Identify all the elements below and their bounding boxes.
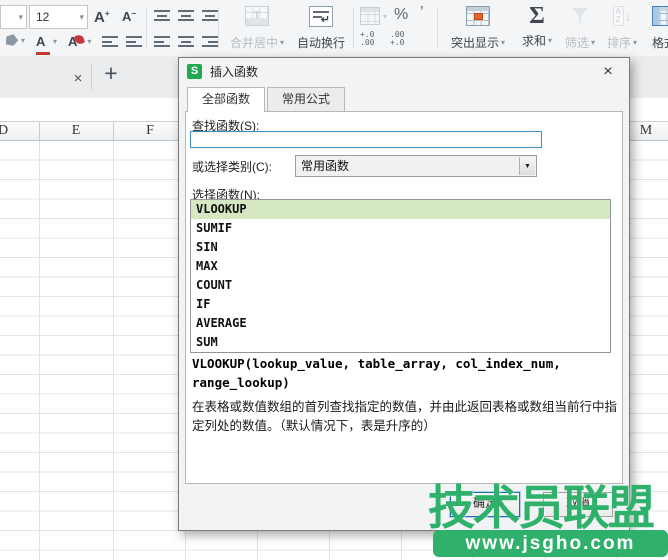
new-tab-icon[interactable]: + <box>99 60 123 87</box>
sigma-icon: Σ <box>529 4 545 28</box>
search-function-input[interactable] <box>190 131 542 148</box>
sort-az-icon: AZ ↓ <box>613 6 632 26</box>
close-tab-icon[interactable]: × <box>70 70 86 87</box>
chevron-down-icon: ▾ <box>548 36 552 45</box>
category-dropdown[interactable]: 常用函数 ▼ <box>295 155 537 177</box>
highlight-color-button[interactable]: A ▾ <box>68 33 91 51</box>
font-size-dropdown[interactable]: 12 ▾ <box>29 5 88 29</box>
align-right-icon[interactable] <box>202 36 218 47</box>
chevron-down-icon: ▾ <box>501 38 505 47</box>
chevron-down-icon: ▾ <box>21 36 25 45</box>
fill-color-button[interactable]: ▾ <box>5 35 25 46</box>
toolbar-separator <box>437 8 438 48</box>
function-list-item[interactable]: VLOOKUP <box>191 200 610 219</box>
function-signature: VLOOKUP(lookup_value, table_array, col_i… <box>192 355 616 393</box>
grid-vline <box>39 141 40 560</box>
insert-function-dialog: S 插入函数 × 全部函数 常用公式 查找函数(S): 或选择类别(C): 常用… <box>178 57 630 531</box>
column-header-e[interactable]: E <box>39 121 114 140</box>
currency-format-icon <box>360 7 380 25</box>
minus-icon: − <box>131 9 136 18</box>
increase-font-size-button[interactable]: A+ <box>94 9 110 26</box>
function-list-item[interactable]: AVERAGE <box>191 314 610 333</box>
chevron-down-icon: ▼ <box>524 163 531 170</box>
currency-format-button[interactable]: ▾ <box>360 7 387 25</box>
app-window: D E F M ▾ 12 ▾ A+ A− ▾ A <box>0 0 668 560</box>
dialog-title: 插入函数 <box>210 63 258 80</box>
chevron-down-icon: ▾ <box>280 38 284 47</box>
ribbon-toolbar: ▾ 12 ▾ A+ A− ▾ A ▾ A <box>0 0 668 57</box>
chevron-down-icon: ▾ <box>15 12 26 23</box>
font-size-value: 12 <box>30 10 76 24</box>
wrap-text-button[interactable]: ↵ 自动换行 <box>292 3 350 55</box>
wps-spreadsheet-icon: S <box>187 64 202 79</box>
grid-vline <box>113 141 114 560</box>
tabstrip-divider <box>91 64 92 90</box>
decrease-indent-icon[interactable] <box>102 36 118 47</box>
column-header-d[interactable]: D <box>0 121 40 140</box>
letter-a: A <box>122 9 131 24</box>
function-listbox: VLOOKUPSUMIFSINMAXCOUNTIFAVERAGESUM <box>190 199 611 353</box>
dialog-panel: 查找函数(S): 或选择类别(C): 常用函数 ▼ 选择函数(N): VLOOK… <box>185 111 623 484</box>
autosum-button[interactable]: Σ 求和▾ <box>514 1 560 53</box>
chevron-down-icon: ▾ <box>87 37 91 46</box>
category-value: 常用函数 <box>301 156 349 176</box>
align-middle-icon[interactable] <box>178 10 194 21</box>
font-color-bar <box>36 52 50 55</box>
chevron-down-icon: ▾ <box>591 38 595 47</box>
function-list-item[interactable]: SUM <box>191 333 610 352</box>
function-list-item[interactable]: MAX <box>191 257 610 276</box>
function-description: 在表格或数值数组的首列查找指定的数值，并由此返回表格或数组当前行中指定列处的数值… <box>192 398 619 437</box>
decrease-font-size-button[interactable]: A− <box>122 9 136 24</box>
sort-button[interactable]: AZ ↓ 排序▾ <box>601 3 643 55</box>
toolbar-separator <box>146 8 147 48</box>
merge-cells-icon: T <box>245 6 269 26</box>
close-icon[interactable]: × <box>599 63 617 81</box>
dropdown-arrow-button[interactable]: ▼ <box>519 157 535 175</box>
decrease-decimal-button[interactable]: .00+.0 <box>390 31 404 47</box>
paint-bucket-icon <box>4 33 20 47</box>
font-color-button[interactable]: A ▾ <box>36 33 57 55</box>
increase-decimal-button[interactable]: +.0.00 <box>360 31 374 47</box>
function-list-item[interactable]: COUNT <box>191 276 610 295</box>
dialog-titlebar[interactable]: S 插入函数 <box>179 58 629 85</box>
filter-button[interactable]: 筛选▾ <box>560 3 600 55</box>
comma-format-button[interactable]: ’ <box>420 4 424 22</box>
align-center-icon[interactable] <box>178 36 194 47</box>
letter-a: A <box>36 34 45 49</box>
column-header-f[interactable]: F <box>113 121 188 140</box>
plus-icon: + <box>105 9 110 18</box>
watermark-url-badge: www.jsgho.com <box>433 530 668 557</box>
percent-format-button[interactable]: % <box>394 6 408 24</box>
align-left-icon[interactable] <box>154 36 170 47</box>
letter-a: A <box>94 9 105 26</box>
chevron-down-icon: ▾ <box>633 38 637 47</box>
wrap-text-icon: ↵ <box>309 6 333 27</box>
dialog-tabs: 全部函数 常用公式 <box>187 87 347 112</box>
format-button[interactable]: 格式 <box>644 3 668 55</box>
toolbar-separator <box>218 8 219 48</box>
funnel-icon <box>571 6 589 24</box>
highlight-rules-button[interactable]: 突出显示▾ <box>443 3 513 55</box>
align-bottom-icon[interactable] <box>202 10 218 21</box>
highlight-table-icon <box>466 6 490 26</box>
align-top-icon[interactable] <box>154 10 170 21</box>
tab-common-formulas[interactable]: 常用公式 <box>267 87 345 111</box>
font-name-dropdown[interactable]: ▾ <box>0 5 27 29</box>
chevron-down-icon: ▾ <box>383 12 387 21</box>
function-list-item[interactable]: SIN <box>191 238 610 257</box>
merge-center-button[interactable]: T 合并居中▾ <box>224 3 290 55</box>
category-label: 或选择类别(C): <box>192 158 272 175</box>
tab-all-functions[interactable]: 全部函数 <box>187 87 265 112</box>
format-table-icon <box>652 6 668 26</box>
chevron-down-icon: ▾ <box>53 37 57 46</box>
chevron-down-icon: ▾ <box>76 12 87 23</box>
function-list-item[interactable]: SUMIF <box>191 219 610 238</box>
function-list-item[interactable]: IF <box>191 295 610 314</box>
increase-indent-icon[interactable] <box>126 36 142 47</box>
toolbar-separator <box>353 8 354 48</box>
watermark-brand-text: 技术员联盟 <box>428 484 668 531</box>
